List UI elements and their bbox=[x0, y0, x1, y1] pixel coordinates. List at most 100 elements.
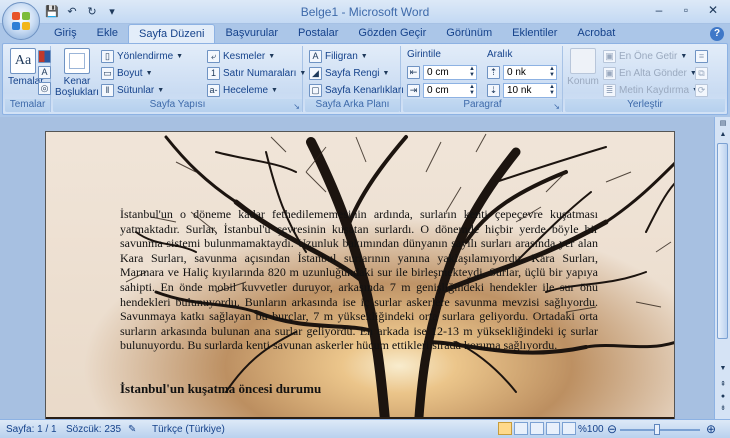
outline-icon[interactable] bbox=[546, 422, 560, 435]
bring-front-icon: ▣ bbox=[603, 50, 616, 63]
paragraf-launcher-icon[interactable]: ↘ bbox=[553, 102, 560, 111]
proofing-icon[interactable]: ✎ bbox=[128, 424, 136, 435]
aralik-once-row: ⇡ 0 nk ▲ ▼ bbox=[487, 65, 557, 80]
page-borders-icon: ▢ bbox=[309, 84, 322, 97]
document-heading[interactable]: İstanbul'un kuşatma öncesi durumu bbox=[120, 381, 321, 397]
en-alta-gonder-label: En Alta Gönder bbox=[619, 68, 687, 79]
aralik-sonra-input[interactable]: 10 nk ▲ ▼ bbox=[503, 83, 557, 98]
tab-acrobat[interactable]: Acrobat bbox=[567, 24, 625, 44]
web-layout-icon[interactable] bbox=[530, 422, 544, 435]
filigran-button[interactable]: A Filigran ▼ bbox=[309, 50, 368, 63]
tab-sayfa-duzeni[interactable]: Sayfa Düzeni bbox=[128, 24, 216, 44]
sayfa-kenarliklari-button[interactable]: ▢ Sayfa Kenarlıkları bbox=[309, 84, 404, 97]
heceleme-button[interactable]: a- Heceleme ▼ bbox=[207, 84, 278, 97]
scroll-down-icon[interactable]: ▼ bbox=[716, 363, 730, 375]
close-button[interactable]: ✕ bbox=[700, 1, 726, 19]
girinti-sag-input[interactable]: 0 cm ▲ ▼ bbox=[423, 83, 477, 98]
prev-page-icon[interactable]: ⇞ bbox=[716, 379, 730, 391]
draft-icon[interactable] bbox=[562, 422, 576, 435]
group-sayfa-yapisi: Kenar Boşlukları ▯ Yönlendirme ▼ ▭ Boyut ▼… bbox=[53, 46, 306, 112]
page-color-icon: ◢ bbox=[309, 67, 322, 80]
text-wrap-icon: ≣ bbox=[603, 84, 616, 97]
group-label-paragraf: Paragraf bbox=[403, 99, 562, 112]
print-layout-icon[interactable] bbox=[498, 422, 512, 435]
zoom-in-icon[interactable]: ⊕ bbox=[706, 422, 716, 436]
tab-gozden-gecir[interactable]: Gözden Geçir bbox=[348, 24, 436, 44]
aralik-once-input[interactable]: 0 nk ▲ ▼ bbox=[503, 65, 557, 80]
zoom-out-icon[interactable]: ⊖ bbox=[607, 422, 617, 436]
vertical-scrollbar[interactable]: ▤ ▲ ▼ ⇞ ● ⇟ bbox=[714, 117, 730, 419]
group-paragraf: Girintile Aralık ⇤ 0 cm ▲ ▼ ⇥ 0 cm ▲ ▼ ⇡ 0 n… bbox=[403, 46, 563, 112]
tab-gorunum[interactable]: Görünüm bbox=[436, 24, 502, 44]
sutunlar-button[interactable]: ‖ Sütunlar ▼ bbox=[101, 84, 164, 97]
boyut-button[interactable]: ▭ Boyut ▼ bbox=[101, 67, 153, 80]
girinti-label: Girintile bbox=[407, 49, 441, 60]
spacing-after-icon: ⇣ bbox=[487, 84, 500, 97]
full-screen-reading-icon[interactable] bbox=[514, 422, 528, 435]
tab-postalar[interactable]: Postalar bbox=[288, 24, 348, 44]
sayfa-rengi-label: Sayfa Rengi bbox=[325, 68, 380, 79]
konum-button[interactable]: Konum bbox=[567, 48, 599, 87]
girinti-sol-input[interactable]: 0 cm ▲ ▼ bbox=[423, 65, 477, 80]
office-button[interactable] bbox=[2, 2, 40, 40]
tab-giris[interactable]: Giriş bbox=[44, 24, 87, 44]
satir-numaralari-button[interactable]: 1 Satır Numaraları ▼ bbox=[207, 67, 306, 80]
theme-effects-icon[interactable]: ◎ bbox=[38, 82, 51, 95]
group-yerlestir: Konum ▣ En Öne Getir ▼ ▣ En Alta Gönder ▼ … bbox=[565, 46, 725, 112]
tab-ekle[interactable]: Ekle bbox=[87, 24, 128, 44]
konum-label: Konum bbox=[567, 76, 599, 87]
kenar-bosluklari-label: Kenar Boşlukları bbox=[55, 76, 99, 98]
group-label-sayfa-arka-plani: Sayfa Arka Planı bbox=[305, 99, 400, 112]
en-alta-gonder-button[interactable]: ▣ En Alta Gönder ▼ bbox=[603, 67, 697, 80]
sayfa-kenarliklari-label: Sayfa Kenarlıkları bbox=[325, 85, 404, 96]
metin-kaydirma-button[interactable]: ≣ Metin Kaydırma▼ bbox=[603, 84, 699, 97]
indent-right-icon: ⇥ bbox=[407, 84, 420, 97]
kenar-bosluklari-button[interactable]: Kenar Boşlukları bbox=[55, 48, 99, 98]
kesmeler-button[interactable]: ⤶ Kesmeler ▼ bbox=[207, 50, 275, 63]
align-icon[interactable]: ≡ bbox=[695, 50, 708, 63]
watermark-icon: A bbox=[309, 50, 322, 63]
language[interactable]: Türkçe (Türkiye) bbox=[152, 424, 225, 435]
aralik-sonra-row: ⇣ 10 nk ▲ ▼ bbox=[487, 83, 557, 98]
sayfa-rengi-button[interactable]: ◢ Sayfa Rengi ▼ bbox=[309, 67, 389, 80]
document-area[interactable]: İstanbul'un o döneme kadar fethedilememe… bbox=[0, 117, 714, 419]
office-logo-icon bbox=[12, 12, 30, 30]
yonlendirme-button[interactable]: ▯ Yönlendirme ▼ bbox=[101, 50, 183, 63]
scroll-thumb[interactable] bbox=[717, 143, 728, 339]
zoom-slider[interactable] bbox=[620, 429, 700, 431]
send-back-icon: ▣ bbox=[603, 67, 616, 80]
maximize-button[interactable]: ▫ bbox=[673, 1, 699, 19]
zoom-slider-handle[interactable] bbox=[654, 424, 660, 435]
view-buttons bbox=[498, 422, 576, 435]
temalar-button[interactable]: Aa Temalar bbox=[8, 48, 44, 87]
word-count[interactable]: Sözcük: 235 bbox=[66, 424, 121, 435]
status-bar: Sayfa: 1 / 1 Sözcük: 235 ✎ Türkçe (Türki… bbox=[0, 419, 730, 438]
theme-fonts-icon[interactable]: A bbox=[38, 66, 51, 79]
browse-object-icon[interactable]: ● bbox=[716, 391, 730, 403]
columns-icon: ‖ bbox=[101, 84, 114, 97]
ribbon: Aa Temalar A ◎ Temalar Kenar Boşlukları … bbox=[2, 43, 728, 115]
rotate-icon[interactable]: ⟳ bbox=[695, 84, 708, 97]
page-count[interactable]: Sayfa: 1 / 1 bbox=[6, 424, 57, 435]
group-label-temalar: Temalar bbox=[5, 99, 50, 112]
minimize-button[interactable]: – bbox=[646, 1, 672, 19]
girinti-sag-row: ⇥ 0 cm ▲ ▼ bbox=[407, 83, 477, 98]
document-page[interactable]: İstanbul'un o döneme kadar fethedilememe… bbox=[45, 131, 675, 419]
tab-eklentiler[interactable]: Eklentiler bbox=[502, 24, 567, 44]
breaks-icon: ⤶ bbox=[207, 50, 220, 63]
help-icon[interactable]: ? bbox=[710, 27, 724, 41]
scroll-up-icon[interactable]: ▲ bbox=[716, 129, 730, 141]
en-one-getir-button[interactable]: ▣ En Öne Getir ▼ bbox=[603, 50, 687, 63]
next-page-icon[interactable]: ⇟ bbox=[716, 403, 730, 415]
sayfa-yapisi-launcher-icon[interactable]: ↘ bbox=[293, 102, 300, 111]
satir-numaralari-label: Satır Numaraları bbox=[223, 68, 297, 79]
window-title: Belge1 - Microsoft Word bbox=[300, 5, 430, 19]
girinti-sol-row: ⇤ 0 cm ▲ ▼ bbox=[407, 65, 477, 80]
sutunlar-label: Sütunlar bbox=[117, 85, 155, 96]
theme-colors-icon[interactable] bbox=[38, 50, 51, 66]
group-objects-icon[interactable]: ⧉ bbox=[695, 67, 708, 80]
group-label-yerlestir: Yerleştir bbox=[565, 99, 725, 112]
document-paragraph[interactable]: İstanbul'un o döneme kadar fethedilememe… bbox=[120, 207, 598, 353]
zoom-level[interactable]: %100 bbox=[578, 424, 604, 435]
tab-basvurular[interactable]: Başvurular bbox=[215, 24, 288, 44]
